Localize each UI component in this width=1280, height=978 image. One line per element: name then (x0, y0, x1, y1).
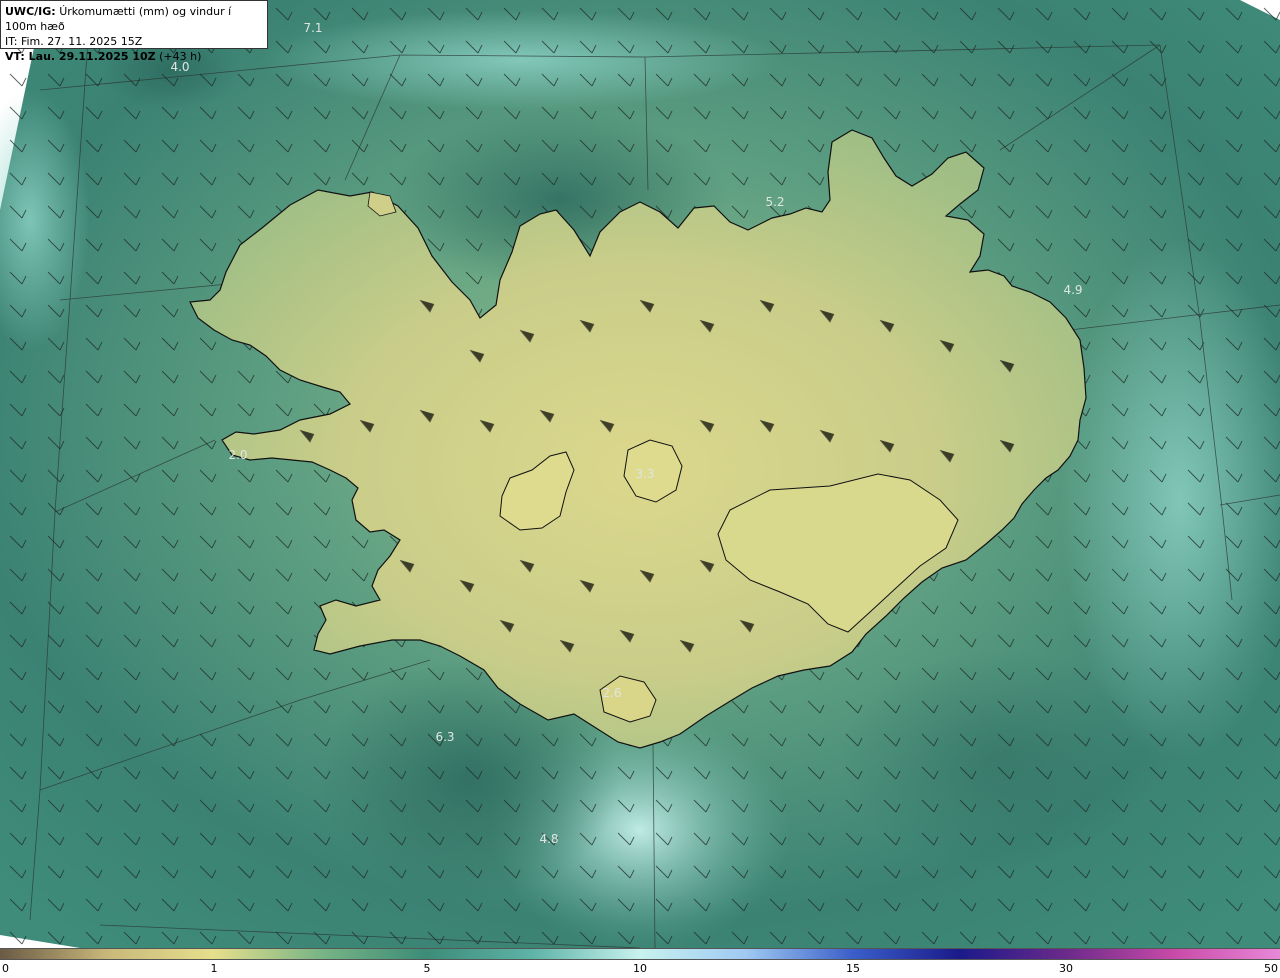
valid-time: VT: Lau. 29.11.2025 10Z (5, 50, 156, 63)
colorbar-ticks: 0 1 5 10 15 30 50 (0, 960, 1280, 978)
map-label: 5.2 (765, 195, 784, 209)
colorbar-tick: 1 (210, 962, 218, 975)
map-label: 2.6 (602, 686, 621, 700)
colorbar-tick: 50 (1264, 962, 1278, 975)
model-label: UWC/IG: (5, 5, 56, 18)
valid-offset: (+43 h) (159, 50, 202, 63)
map-label: 4.8 (539, 832, 558, 846)
title-line: UWC/IG: Úrkomumætti (mm) og vindur í 100… (5, 4, 263, 34)
colorbar-tick: 0 (2, 962, 9, 975)
map-label: 6.3 (435, 730, 454, 744)
map-label: 4.9 (1063, 283, 1082, 297)
colorbar-tick: 10 (633, 962, 647, 975)
init-time: IT: Fim. 27. 11. 2025 15Z (5, 35, 143, 48)
colorbar (0, 948, 1280, 960)
map-label: 7.1 (303, 21, 322, 35)
map-label: 2.0 (228, 448, 247, 462)
colorbar-tick: 5 (423, 962, 431, 975)
precipitation-map[interactable]: 7.1 4.0 5.2 4.9 2.0 3.3 2.6 6.3 4.8 (0, 0, 1280, 948)
map-label: 3.3 (635, 467, 654, 481)
colorbar-tick: 15 (846, 962, 860, 975)
valid-time-line: VT: Lau. 29.11.2025 10Z (+43 h) (5, 49, 263, 64)
colorbar-tick: 30 (1059, 962, 1073, 975)
forecast-info-box: UWC/IG: Úrkomumætti (mm) og vindur í 100… (0, 0, 268, 63)
